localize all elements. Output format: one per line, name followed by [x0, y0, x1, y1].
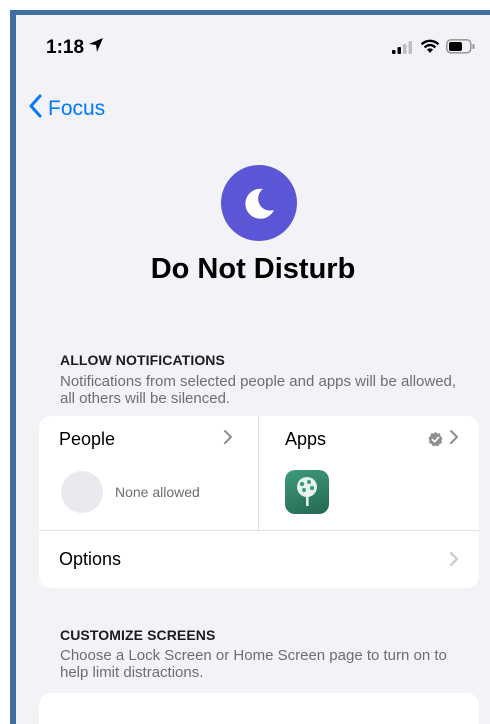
location-arrow-icon: [88, 37, 104, 59]
status-bar-time: 1:18: [46, 37, 104, 59]
verified-badge-icon: [427, 431, 444, 453]
signal-icon: [392, 40, 414, 59]
chevron-right-icon: [449, 429, 459, 450]
people-label: People: [59, 429, 116, 449]
tree-app-icon: [285, 470, 329, 514]
options-label: Options: [59, 549, 122, 569]
customize-screens-header: CUSTOMIZE SCREENS: [60, 627, 216, 643]
moon-icon: [221, 165, 297, 241]
back-label: Focus: [48, 97, 106, 120]
customize-screens-card[interactable]: [39, 693, 479, 724]
allow-notifications-header: ALLOW NOTIFICATIONS: [60, 352, 225, 368]
back-button[interactable]: Focus: [28, 94, 105, 124]
status-bar-right: [392, 39, 476, 59]
people-cell[interactable]: People None allowed: [39, 416, 259, 530]
apps-cell[interactable]: Apps: [259, 416, 479, 530]
chevron-right-icon: [449, 551, 459, 572]
allow-notifications-card: People None allowed Apps Options: [39, 416, 479, 588]
allow-notifications-description: Notifications from selected people and a…: [60, 373, 457, 407]
customize-screens-description: Choose a Lock Screen or Home Screen page…: [60, 647, 447, 681]
page-title: Do Not Disturb: [150, 253, 356, 285]
chevron-right-icon: [223, 429, 233, 450]
apps-label: Apps: [285, 429, 327, 449]
options-row[interactable]: Options: [39, 531, 479, 588]
people-status: None allowed: [115, 484, 200, 500]
avatar-placeholder: [61, 471, 103, 513]
phone-screen: 1:18 Focus Do Not Disturb ALLOW NOTIFICA…: [16, 15, 490, 724]
chevron-left-icon: [28, 94, 42, 124]
wifi-icon: [420, 39, 440, 59]
time-text: 1:18: [46, 37, 85, 58]
battery-icon: [446, 39, 476, 59]
